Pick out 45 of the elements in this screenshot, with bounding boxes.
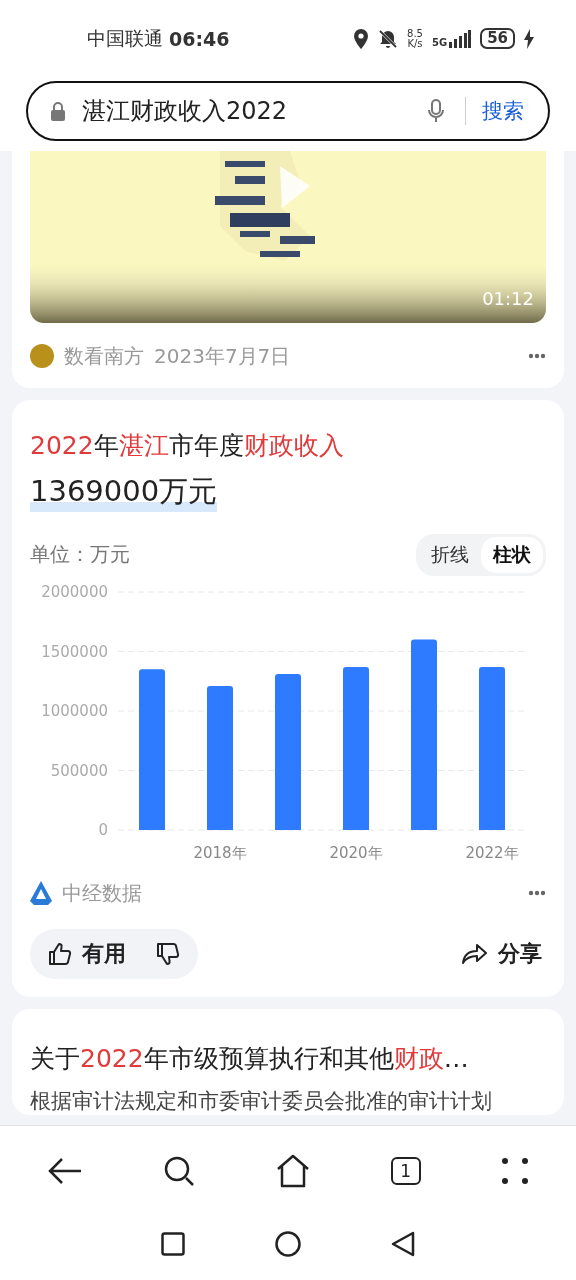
carrier-name: 中国联通 bbox=[87, 25, 163, 51]
network-speed: 8.5 bbox=[407, 28, 423, 39]
muted-bell-icon bbox=[378, 28, 399, 49]
x-axis-label: 2022年 bbox=[465, 843, 519, 862]
publish-date: 2023年7月7日 bbox=[154, 342, 291, 370]
result-title[interactable]: 2022年湛江市年度财政收入 bbox=[30, 427, 546, 464]
microphone-icon[interactable] bbox=[427, 98, 445, 123]
thumbs-down-icon[interactable] bbox=[156, 941, 180, 966]
x-axis-label: 2018年 bbox=[193, 843, 247, 862]
search-button[interactable]: 搜索 bbox=[482, 96, 524, 125]
y-axis-label: 1500000 bbox=[41, 642, 108, 661]
more-icon[interactable] bbox=[528, 353, 546, 360]
more-icon[interactable] bbox=[528, 890, 546, 897]
y-axis-label: 2000000 bbox=[41, 582, 108, 601]
chart-type-tab[interactable]: 柱状 bbox=[481, 536, 543, 573]
search-field[interactable]: 湛江财政收入2022 搜索 bbox=[26, 80, 550, 141]
battery-level: 56 bbox=[480, 28, 515, 50]
recent-apps-icon[interactable] bbox=[161, 1231, 185, 1256]
search-icon[interactable] bbox=[163, 1154, 196, 1187]
share-icon bbox=[462, 942, 488, 965]
source-logo-icon bbox=[30, 344, 54, 369]
chart-type-tab[interactable]: 折线 bbox=[419, 536, 481, 573]
back-triangle-icon[interactable] bbox=[391, 1230, 415, 1257]
menu-icon[interactable] bbox=[501, 1157, 528, 1184]
x-axis-label: 2020年 bbox=[329, 843, 383, 862]
result-title[interactable]: 关于2022年市级预算执行和其他财政… bbox=[30, 1040, 546, 1077]
data-source-logo-icon bbox=[30, 881, 52, 906]
video-duration: 01:12 bbox=[482, 287, 534, 309]
signal-icon bbox=[449, 29, 472, 48]
lock-icon bbox=[50, 100, 66, 121]
result-snippet: 根据审计法规定和市委审计委员会批准的审计计划 bbox=[30, 1087, 493, 1115]
clock-time: 06:46 bbox=[169, 27, 230, 50]
home-circle-icon[interactable] bbox=[275, 1230, 301, 1257]
tab-count-button[interactable]: 1 bbox=[390, 1156, 421, 1185]
share-button[interactable]: 分享 bbox=[462, 938, 542, 969]
location-icon bbox=[353, 28, 370, 49]
thumbs-up-icon bbox=[48, 941, 72, 966]
y-axis-label: 500000 bbox=[50, 761, 108, 780]
unit-label: 单位：万元 bbox=[30, 541, 130, 569]
back-arrow-icon[interactable] bbox=[48, 1156, 83, 1185]
y-axis-label: 0 bbox=[98, 820, 108, 839]
network-type: 5G bbox=[431, 36, 448, 48]
speed-unit: K/s bbox=[407, 38, 423, 49]
home-icon[interactable] bbox=[276, 1153, 310, 1188]
y-axis-label: 1000000 bbox=[41, 701, 108, 720]
